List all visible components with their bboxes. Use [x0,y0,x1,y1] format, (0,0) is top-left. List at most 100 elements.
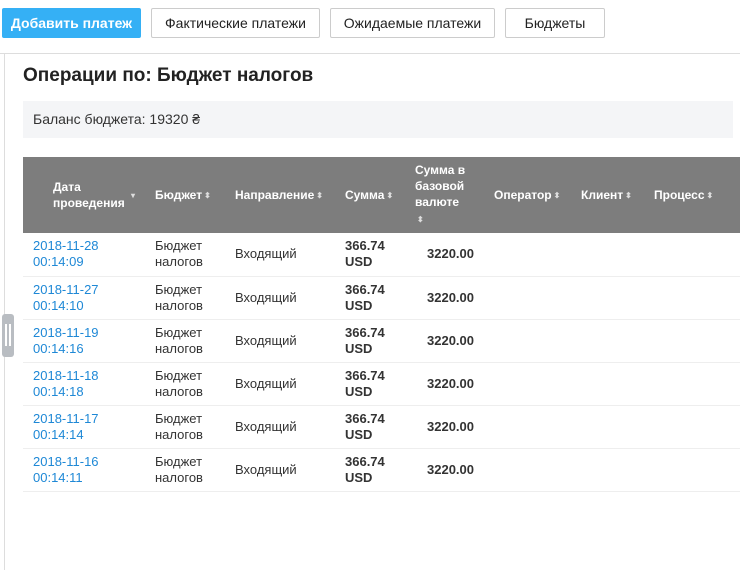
table-row[interactable]: 2018-11-17 00:14:14 Бюджет налогов Входящий… [23,405,740,449]
direction-cell: Входящий [225,448,335,492]
currency: USD [345,469,373,485]
operator-cell [484,276,571,320]
amount-value: 366.74 [345,238,385,254]
column-header-label: Клиент [581,187,624,202]
column-header-budget[interactable]: Бюджет ⬍ [145,157,225,233]
column-header-date[interactable]: Дата проведения ▾ [23,157,145,233]
sort-icon[interactable]: ⬍ [386,191,393,200]
add-payment-button[interactable]: Добавить платеж [2,8,141,38]
sort-icon[interactable]: ⬍ [554,191,561,200]
time-link[interactable]: 00:14:09 [33,254,84,269]
amount-value: 366.74 [345,281,385,297]
budget-cell: Бюджет налогов [145,319,225,363]
budget-balance: Баланс бюджета: 19320 ₴ [23,101,733,138]
amount-cell: 366.74 USD [335,319,405,363]
currency: USD [345,426,373,442]
date-link[interactable]: 2018-11-16 [33,454,99,469]
date-cell[interactable]: 2018-11-19 00:14:16 [23,319,145,363]
client-cell [571,319,644,363]
base-amount-cell: 3220.00 [405,405,484,449]
expected-payments-button[interactable]: Ожидаемые платежи [330,8,495,38]
date-cell[interactable]: 2018-11-17 00:14:14 [23,405,145,449]
table-row[interactable]: 2018-11-18 00:14:18 Бюджет налогов Входящий… [23,362,740,406]
time-link[interactable]: 00:14:14 [33,427,84,442]
date-link[interactable]: 2018-11-18 [33,368,99,383]
process-cell [644,233,740,277]
time-link[interactable]: 00:14:16 [33,341,84,356]
amount-cell: 366.74 USD [335,233,405,277]
date-cell[interactable]: 2018-11-28 00:14:09 [23,233,145,277]
date-cell[interactable]: 2018-11-16 00:14:11 [23,448,145,492]
column-header-direction[interactable]: Направление ⬍ [225,157,335,233]
budgets-button[interactable]: Бюджеты [505,8,605,38]
process-cell [644,319,740,363]
column-header-client[interactable]: Клиент ⬍ [571,157,644,233]
column-header-process[interactable]: Процесс ⬍ [644,157,740,233]
client-cell [571,276,644,320]
sort-icon[interactable]: ⬍ [625,191,632,200]
base-amount-cell: 3220.00 [405,448,484,492]
time-link[interactable]: 00:14:18 [33,384,84,399]
column-header-base-amount[interactable]: Сумма в базовой валюте ⬍ [405,157,484,233]
budget-cell: Бюджет налогов [145,276,225,320]
date-link[interactable]: 2018-11-27 [33,282,99,297]
base-amount-cell: 3220.00 [405,319,484,363]
amount-cell: 366.74 USD [335,362,405,406]
amount-cell: 366.74 USD [335,405,405,449]
column-header-label: Оператор [494,187,552,202]
date-link[interactable]: 2018-11-19 [33,325,99,340]
client-cell [571,448,644,492]
page-title: Операции по: Бюджет налогов [23,65,314,86]
date-cell[interactable]: 2018-11-18 00:14:18 [23,362,145,406]
direction-cell: Входящий [225,319,335,363]
operator-cell [484,405,571,449]
sidebar-resize-handle[interactable] [2,314,14,357]
sort-icon[interactable]: ⬍ [316,191,323,200]
column-header-label: Процесс [654,187,705,202]
sort-icon[interactable]: ⬍ [417,215,424,224]
operator-cell [484,362,571,406]
column-header-operator[interactable]: Оператор ⬍ [484,157,571,233]
table-row[interactable]: 2018-11-28 00:14:09 Бюджет налогов Входящий… [23,233,740,277]
sort-desc-icon[interactable]: ▾ [131,191,135,200]
table-row[interactable]: 2018-11-16 00:14:11 Бюджет налогов Входящий… [23,448,740,492]
amount-value: 366.74 [345,453,385,469]
direction-cell: Входящий [225,362,335,406]
direction-cell: Входящий [225,405,335,449]
time-link[interactable]: 00:14:11 [33,470,83,485]
column-header-amount[interactable]: Сумма ⬍ [335,157,405,233]
budget-cell: Бюджет налогов [145,405,225,449]
client-cell [571,362,644,406]
amount-value: 366.74 [345,367,385,383]
operations-table: Дата проведения▾ Бюджет ⬍ Направление ⬍ Сумма… [23,157,740,492]
sort-icon[interactable]: ⬍ [204,191,211,200]
base-amount-cell: 3220.00 [405,276,484,320]
date-link[interactable]: 2018-11-28 [33,238,99,253]
process-cell [644,405,740,449]
amount-value: 366.74 [345,410,385,426]
table-row[interactable]: 2018-11-27 00:14:10 Бюджет налогов Входящий… [23,276,740,320]
process-cell [644,362,740,406]
actual-payments-button[interactable]: Фактические платежи [151,8,320,38]
date-link[interactable]: 2018-11-17 [33,411,99,426]
time-link[interactable]: 00:14:10 [33,298,84,313]
sort-icon[interactable]: ⬍ [707,191,714,200]
currency: USD [345,383,373,399]
currency: USD [345,297,373,313]
base-amount-cell: 3220.00 [405,233,484,277]
column-header-label: Сумма в базовой валюте [415,163,466,209]
date-cell[interactable]: 2018-11-27 00:14:10 [23,276,145,320]
process-cell [644,276,740,320]
base-amount-cell: 3220.00 [405,362,484,406]
operator-cell [484,233,571,277]
direction-cell: Входящий [225,276,335,320]
budget-cell: Бюджет налогов [145,233,225,277]
direction-cell: Входящий [225,233,335,277]
column-header-label: Сумма [345,187,385,202]
column-header-label: Бюджет [155,187,203,202]
table-row[interactable]: 2018-11-19 00:14:16 Бюджет налогов Входящий… [23,319,740,363]
operator-cell [484,319,571,363]
client-cell [571,405,644,449]
currency: USD [345,340,373,356]
column-header-label: Направление [235,187,315,202]
